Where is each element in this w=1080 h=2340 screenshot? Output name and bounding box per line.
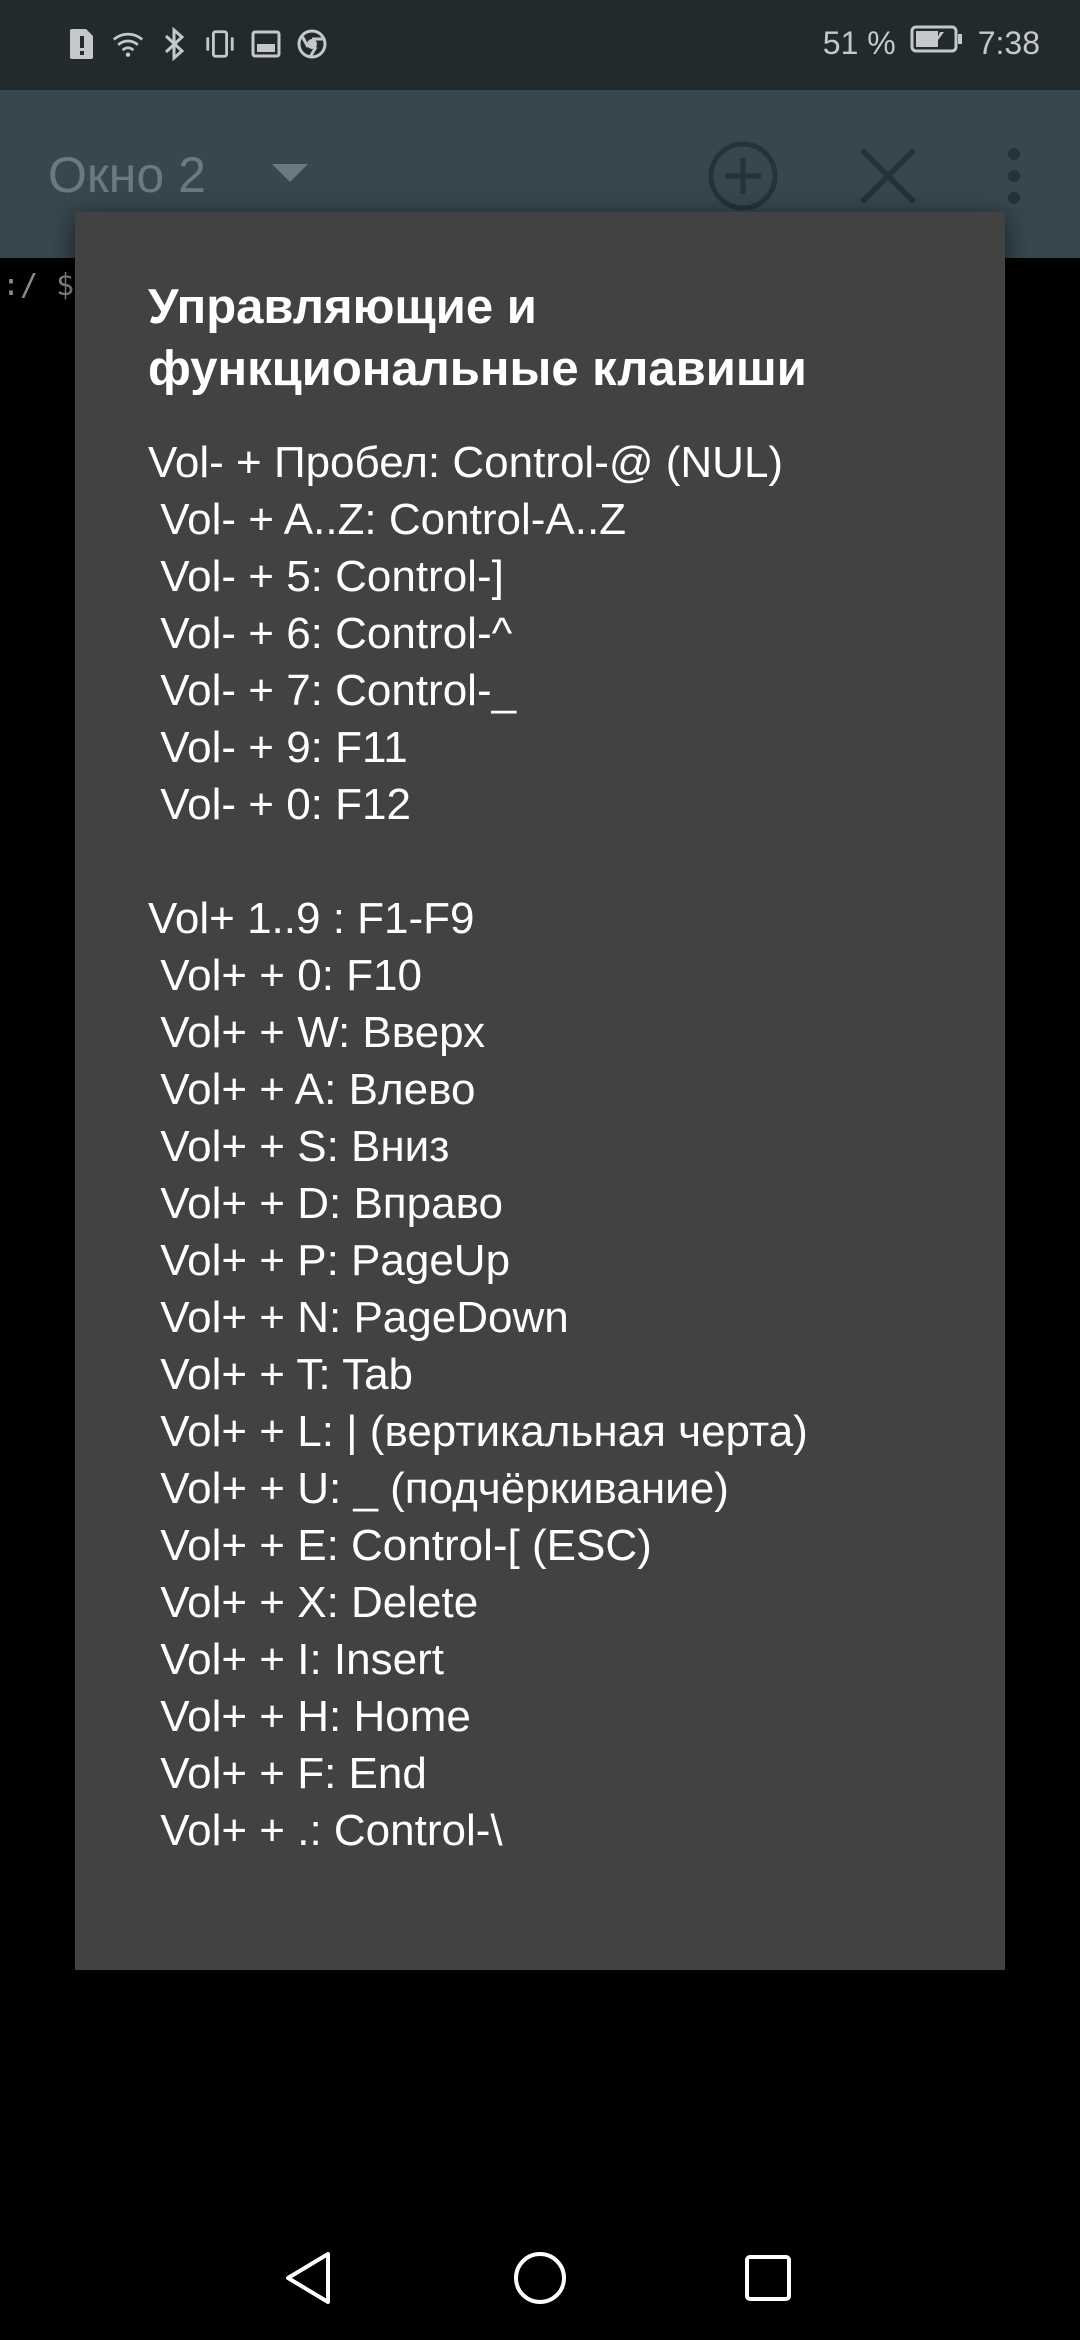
add-window-button[interactable]	[703, 138, 783, 218]
dropdown-arrow-icon[interactable]	[270, 162, 310, 189]
status-icons	[66, 26, 328, 62]
clock: 7:38	[977, 24, 1040, 61]
dialog-body: Vol- + Пробел: Control-@ (NUL) Vol- + A.…	[148, 438, 808, 1855]
more-vert-icon	[1004, 146, 1024, 211]
vibrate-icon	[204, 26, 236, 62]
wifi-icon	[112, 26, 144, 62]
close-icon	[856, 144, 920, 213]
add-circle-icon	[707, 140, 779, 217]
close-window-button[interactable]	[848, 138, 928, 218]
back-button[interactable]	[270, 2242, 346, 2318]
back-icon	[282, 2250, 334, 2311]
dialog-title: Управляющие и функциональные клавиши	[148, 280, 807, 396]
recents-button[interactable]	[730, 2242, 806, 2318]
status-right: 51 % 7:38	[823, 24, 1040, 62]
status-bar: 51 % 7:38	[0, 0, 1080, 90]
battery-percent: 51 %	[822, 24, 896, 61]
bluetooth-icon	[158, 26, 190, 62]
chrome-icon	[296, 26, 328, 62]
home-icon	[512, 2250, 568, 2311]
nav-bar	[0, 2218, 1080, 2340]
recents-icon	[744, 2254, 792, 2307]
window-title[interactable]: Окно 2	[48, 146, 206, 204]
battery-icon	[910, 24, 964, 62]
sim-alert-icon	[66, 26, 98, 62]
more-options-button[interactable]	[974, 138, 1054, 218]
home-button[interactable]	[502, 2242, 578, 2318]
shell-prompt: :/ $	[2, 268, 75, 303]
screenshot-icon	[250, 26, 282, 62]
help-dialog: Управляющие и функциональные клавиши Vol…	[75, 212, 1005, 1970]
